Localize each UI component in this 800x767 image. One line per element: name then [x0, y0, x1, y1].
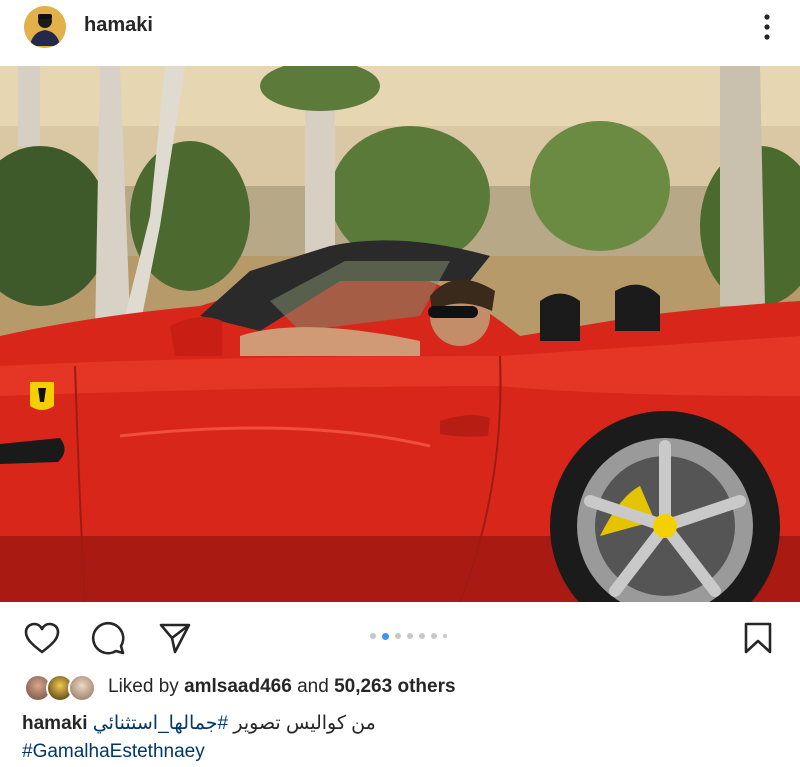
car-photo-illustration	[0, 66, 800, 602]
liker-avatar	[68, 674, 96, 702]
hashtag-arabic[interactable]: #جمالها_استثنائي	[93, 713, 228, 734]
carousel-dot	[443, 634, 447, 638]
send-icon	[159, 623, 191, 654]
carousel-dot	[419, 633, 425, 639]
caption-text: من كواليس تصوير #جمالها_استثنائي	[93, 713, 376, 734]
profile-avatar[interactable]	[24, 6, 66, 48]
likes-summary: Liked by amlsaad466 and 50,263 others	[108, 676, 456, 698]
liker-avatars[interactable]	[24, 674, 104, 702]
share-button[interactable]	[155, 618, 195, 658]
carousel-indicator	[370, 632, 447, 640]
more-vertical-icon	[764, 14, 770, 40]
likes-count[interactable]: 50,263 others	[334, 676, 455, 697]
carousel-dot	[431, 633, 437, 639]
comment-icon	[91, 621, 125, 655]
comment-button[interactable]	[88, 618, 128, 658]
caption-body: من كواليس تصوير	[233, 713, 376, 734]
post-photo[interactable]	[0, 66, 800, 602]
avatar-image	[24, 6, 66, 48]
post-header: hamaki	[0, 0, 800, 66]
carousel-dot	[407, 633, 413, 639]
post-caption: hamaki من كواليس تصوير #جمالها_استثنائي …	[22, 710, 782, 766]
post-username[interactable]: hamaki	[84, 14, 153, 37]
post-action-bar	[0, 602, 800, 670]
like-button[interactable]	[22, 618, 62, 658]
caption-username[interactable]: hamaki	[22, 713, 87, 734]
heart-icon	[24, 622, 60, 654]
more-options-button[interactable]	[752, 10, 782, 44]
likes-prefix: Liked by	[108, 676, 179, 697]
carousel-dot-active	[382, 632, 389, 640]
bookmark-icon	[744, 622, 772, 654]
likes-conjunction: and	[297, 676, 329, 697]
carousel-dot	[395, 633, 401, 639]
likes-row: Liked by amlsaad466 and 50,263 others	[22, 672, 782, 704]
carousel-dot	[370, 633, 376, 639]
save-button[interactable]	[738, 618, 778, 658]
liker-username[interactable]: amlsaad466	[184, 676, 292, 697]
hashtag-latin[interactable]: #GamalhaEstethnaey	[22, 741, 205, 762]
